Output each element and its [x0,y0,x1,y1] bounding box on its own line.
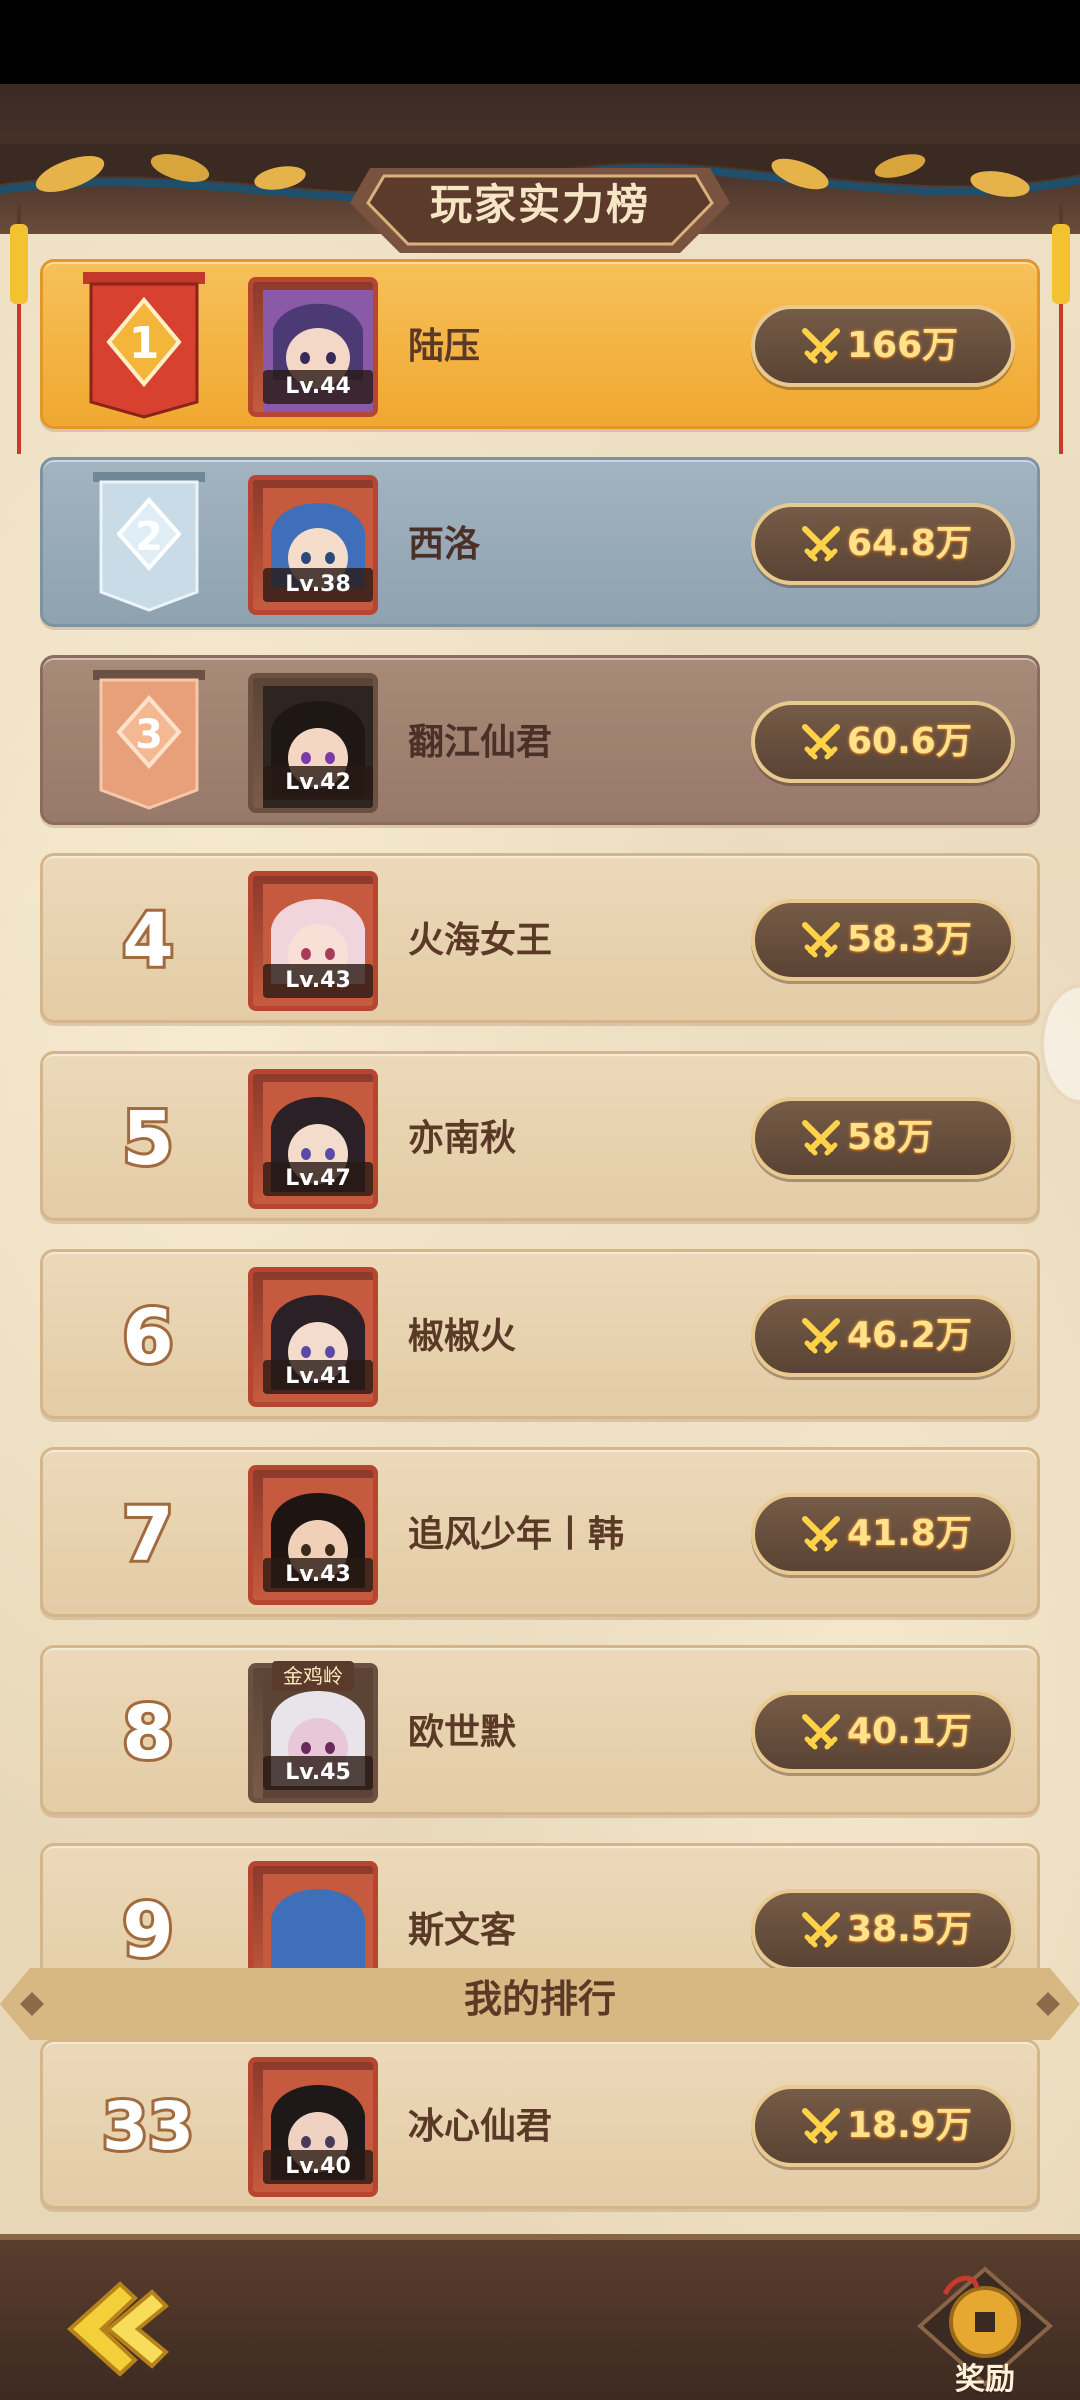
ranking-row[interactable]: 4 Lv.43 火海女王 58.3万 [40,853,1040,1023]
power-badge: 18.9万 [751,2085,1015,2167]
crossed-swords-icon [802,724,840,760]
crossed-swords-icon [802,1120,840,1156]
level-badge: Lv.38 [263,568,373,602]
player-name: 椒椒火 [408,1316,517,1357]
level-badge: Lv.45 [263,1756,373,1790]
rank-number: 5 [119,1093,177,1185]
ranking-list[interactable]: 1 Lv.44 陆压 166万 2 Lv.38 西洛 64.8万 3 Lv.42… [0,259,1080,2009]
power-badge: 40.1万 [751,1691,1015,1773]
level-badge: Lv.40 [263,2150,373,2184]
ranking-row[interactable]: 2 Lv.38 西洛 64.8万 [40,457,1040,627]
avatar[interactable]: Lv.42 [248,673,378,813]
power-value: 64.8万 [847,523,972,564]
rank-3-banner-icon: 3 [93,670,205,810]
power-badge: 60.6万 [751,701,1015,783]
my-ranking-row[interactable]: 33 Lv.40 冰心仙君 18.9万 [40,2039,1040,2209]
avatar[interactable]: Lv.38 [248,475,378,615]
player-name: 火海女王 [408,920,553,961]
crossed-swords-icon [802,328,840,364]
crossed-swords-icon [802,526,840,562]
ranking-row[interactable]: 1 Lv.44 陆压 166万 [40,259,1040,429]
crossed-swords-icon [802,1912,840,1948]
player-name: 亦南秋 [408,1118,517,1159]
player-name: 冰心仙君 [408,2106,553,2147]
player-name: 西洛 [408,524,481,565]
crossed-swords-icon [802,1318,840,1354]
power-value: 166万 [847,325,959,366]
rank-number: 33 [99,2085,197,2168]
level-badge: Lv.41 [263,1360,373,1394]
power-value: 60.6万 [847,721,972,762]
power-value: 18.9万 [847,2105,972,2146]
reward-label: 奖励 [955,2362,1015,2397]
ranking-row[interactable]: 3 Lv.42 翻江仙君 60.6万 [40,655,1040,825]
leaderboard-page: 玩家实力榜 1 Lv.44 陆压 166万 2 Lv.38 西洛 64.8万 3… [0,84,1080,2400]
ranking-row[interactable]: 8 Lv.45 金鸡岭 欧世默 40.1万 [40,1645,1040,1815]
player-name: 欧世默 [408,1712,517,1753]
level-badge: Lv.44 [263,370,373,404]
ranking-row[interactable]: 5 Lv.47 亦南秋 58万 [40,1051,1040,1221]
avatar[interactable]: Lv.41 [248,1267,378,1407]
power-badge: 166万 [751,305,1015,387]
power-badge: 64.8万 [751,503,1015,585]
power-badge: 41.8万 [751,1493,1015,1575]
rank-number: 6 [119,1291,177,1383]
crossed-swords-icon [802,1714,840,1750]
power-badge: 58.3万 [751,899,1015,981]
svg-text:1: 1 [129,318,160,369]
my-ranking-label: 我的排行 [463,1977,616,2021]
rank-number: 8 [119,1687,177,1779]
power-badge: 46.2万 [751,1295,1015,1377]
player-name: 斯文客 [408,1910,517,1951]
power-value: 40.1万 [847,1711,972,1752]
crossed-swords-icon [802,2108,840,2144]
status-bar [0,0,1080,84]
level-badge: Lv.43 [263,1558,373,1592]
ranking-row[interactable]: 7 Lv.43 追风少年丨韩 41.8万 [40,1447,1040,1617]
rank-number: 7 [119,1489,177,1581]
ranking-row[interactable]: 6 Lv.41 椒椒火 46.2万 [40,1249,1040,1419]
rank-number: 4 [119,895,177,987]
svg-text:3: 3 [135,712,163,758]
back-arrow-icon[interactable] [60,2274,180,2384]
power-value: 58.3万 [847,919,972,960]
power-badge: 58万 [751,1097,1015,1179]
avatar[interactable]: Lv.43 [248,1465,378,1605]
avatar[interactable]: Lv.45 金鸡岭 [248,1661,378,1803]
crossed-swords-icon [802,922,840,958]
svg-text:2: 2 [135,514,163,560]
power-value: 41.8万 [847,1513,972,1554]
rank-1-banner-icon: 1 [83,272,205,419]
avatar[interactable]: Lv.40 [248,2057,378,2197]
rank-2-banner-icon: 2 [93,472,205,612]
avatar[interactable]: Lv.47 [248,1069,378,1209]
avatar[interactable]: Lv.43 [248,871,378,1011]
avatar[interactable]: Lv.44 [248,277,378,417]
page-title: 玩家实力榜 [429,180,650,229]
player-name: 陆压 [408,326,481,367]
level-badge: Lv.42 [263,766,373,800]
level-badge: Lv.47 [263,1162,373,1196]
level-badge: Lv.43 [263,964,373,998]
power-value: 58万 [847,1117,934,1158]
player-name: 翻江仙君 [408,722,553,763]
crossed-swords-icon [802,1516,840,1552]
avatar-tag: 金鸡岭 [272,1661,354,1691]
player-name: 追风少年丨韩 [408,1514,625,1555]
power-value: 46.2万 [847,1315,972,1356]
